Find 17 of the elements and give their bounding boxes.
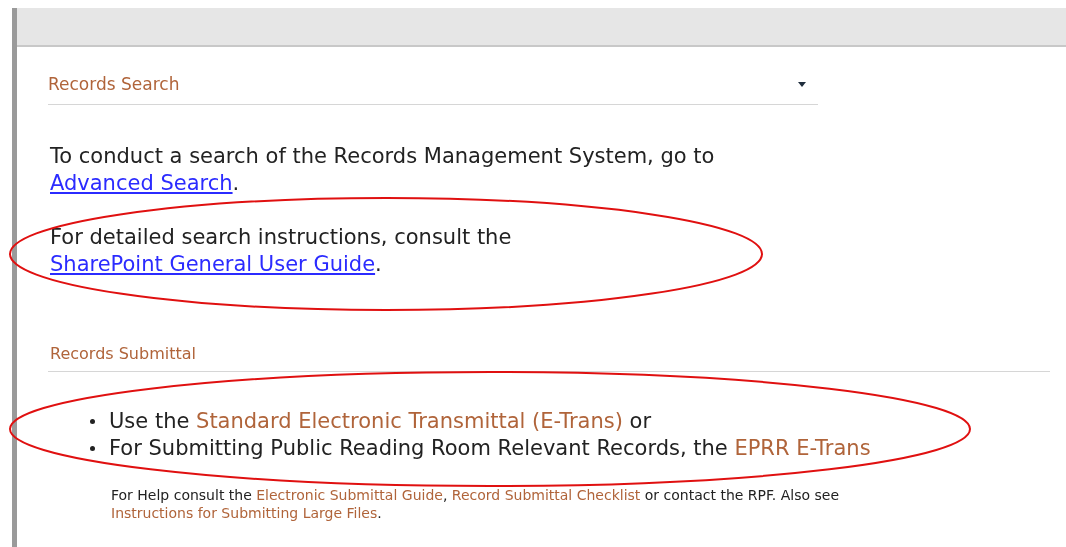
list-item: Use the Standard Electronic Transmittal (E-Trans) or [109, 407, 652, 435]
link[interactable]: Record Submittal Checklist [451, 486, 641, 503]
link[interactable]: EPRR E-Trans [734, 435, 871, 460]
paragraph: For detailed search instructions, consult the SharePoint General User Guide. [50, 223, 513, 278]
bullet-icon [90, 418, 95, 424]
link[interactable]: Advanced Search [50, 170, 233, 195]
section-title: Records Search [48, 73, 180, 96]
link[interactable]: Electronic Submittal Guide [256, 486, 443, 503]
link[interactable]: Instructions for Submitting Large Files [111, 504, 378, 521]
list-item: For Submitting Public Reading Room Relevant Records, the EPRR E-Trans [109, 434, 871, 462]
bullet-icon [90, 445, 95, 451]
link[interactable]: SharePoint General User Guide [50, 251, 376, 276]
paragraph: To conduct a search of the Records Management System, go to Advanced Search. [50, 142, 716, 197]
caret-icon[interactable] [798, 82, 806, 88]
link[interactable]: Standard Electronic Transmittal (E-Trans) [196, 408, 623, 433]
section-title: Records Submittal [50, 343, 196, 363]
help-text: For Help consult the Electronic Submittal Guide, Record Submittal Checklist or contact the RPF. Also see Instructions for Submitting Large Files. [111, 485, 840, 522]
